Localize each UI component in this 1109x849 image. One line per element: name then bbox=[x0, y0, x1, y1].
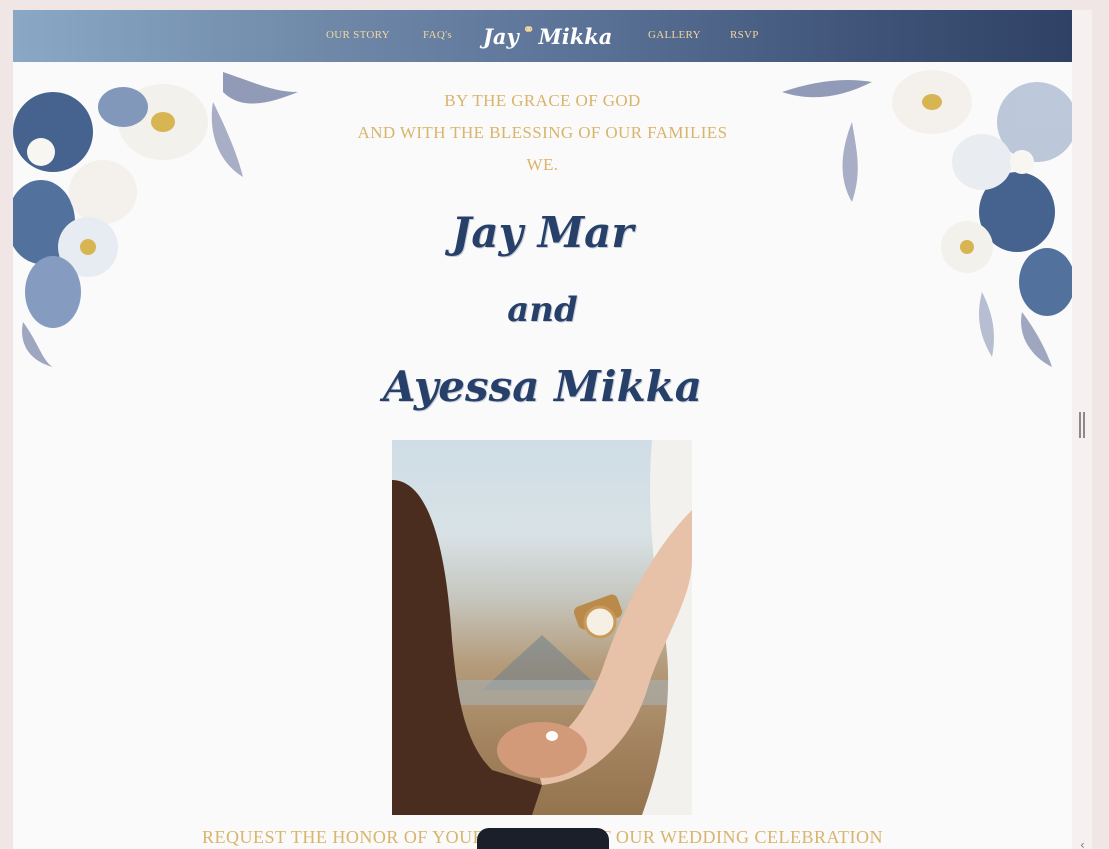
brand-left-name: Jay bbox=[483, 23, 519, 49]
top-navbar: OUR STORY FAQ's Jay ⚭ Mikka GALLERY RSVP bbox=[13, 10, 1072, 62]
intro-line-1: BY THE GRACE OF GOD bbox=[444, 91, 641, 110]
scrollbar-handle[interactable] bbox=[1079, 412, 1085, 438]
brand-logo[interactable]: Jay ⚭ Mikka bbox=[483, 18, 612, 54]
chevron-left-icon: ‹ bbox=[1080, 838, 1085, 849]
nav-rsvp[interactable]: RSVP bbox=[730, 29, 759, 41]
intro-line-2: AND WITH THE BLESSING OF OUR FAMILIES bbox=[357, 123, 728, 142]
media-control-pill[interactable] bbox=[477, 828, 609, 849]
rings-icon: ⚭ bbox=[522, 22, 535, 38]
nav-our-story[interactable]: OUR STORY bbox=[326, 29, 390, 41]
holding-hands-photo bbox=[392, 440, 692, 815]
brand-right-name: Mikka bbox=[538, 23, 613, 49]
photo-illustration bbox=[392, 440, 692, 815]
invitation-page: OUR STORY FAQ's Jay ⚭ Mikka GALLERY RSVP bbox=[13, 10, 1072, 849]
bride-name: Ayessa Mikka bbox=[383, 362, 702, 411]
intro-line-3: WE. bbox=[526, 155, 559, 174]
groom-name: Jay Mar bbox=[451, 208, 634, 257]
nav-faqs[interactable]: FAQ's bbox=[423, 29, 452, 41]
nav-gallery[interactable]: GALLERY bbox=[648, 29, 701, 41]
and-connector: and bbox=[507, 290, 578, 330]
